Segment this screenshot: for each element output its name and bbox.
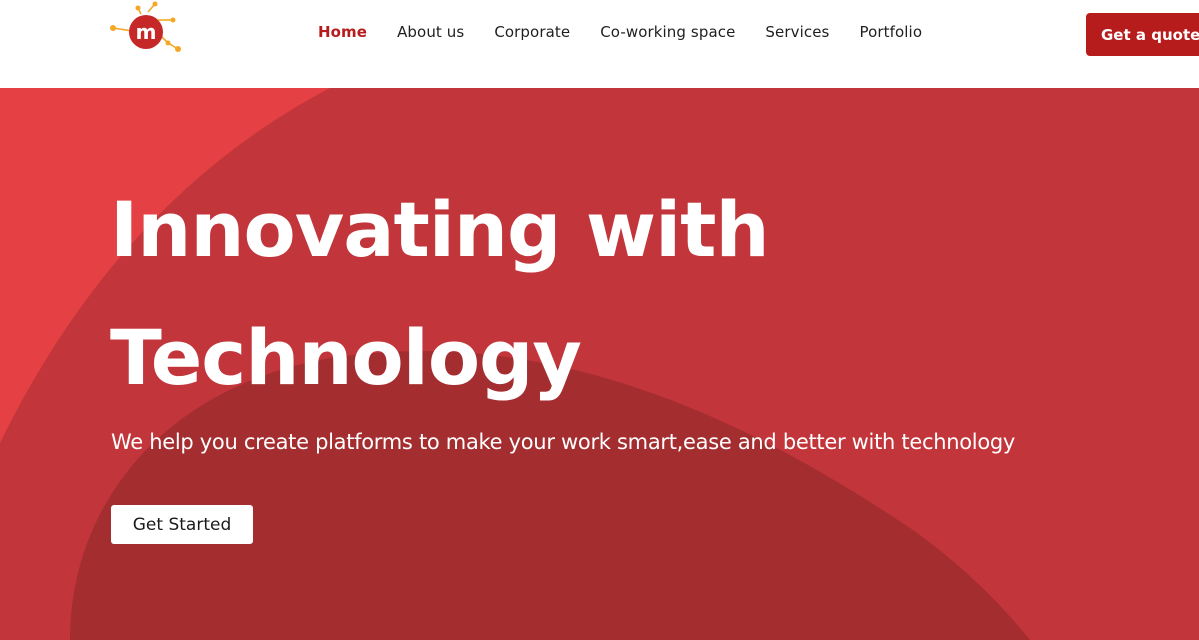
nav-about-us[interactable]: About us (397, 23, 464, 41)
hero-title: Innovating with Technology (110, 166, 1010, 422)
get-a-quote-button[interactable]: Get a quote (1086, 13, 1199, 56)
site-header: m Home About us Corporate Co-working spa… (0, 0, 1199, 88)
hero-section: Innovating with Technology We help you c… (0, 88, 1199, 640)
get-started-button[interactable]: Get Started (111, 505, 253, 544)
logo-letter: m (136, 20, 157, 44)
brand-logo[interactable]: m (108, 0, 184, 56)
logo-icon: m (110, 1, 181, 52)
nav-home[interactable]: Home (318, 23, 367, 41)
hero-title-line-1: Innovating with (110, 185, 770, 274)
hero-subtitle: We help you create platforms to make you… (111, 430, 1016, 454)
nav-services[interactable]: Services (765, 23, 829, 41)
nav-co-working-space[interactable]: Co-working space (600, 23, 735, 41)
nav-corporate[interactable]: Corporate (494, 23, 570, 41)
nav-portfolio[interactable]: Portfolio (859, 23, 922, 41)
main-nav: Home About us Corporate Co-working space… (318, 21, 922, 43)
hero-title-line-2: Technology (110, 313, 582, 402)
page: m Home About us Corporate Co-working spa… (0, 0, 1199, 640)
